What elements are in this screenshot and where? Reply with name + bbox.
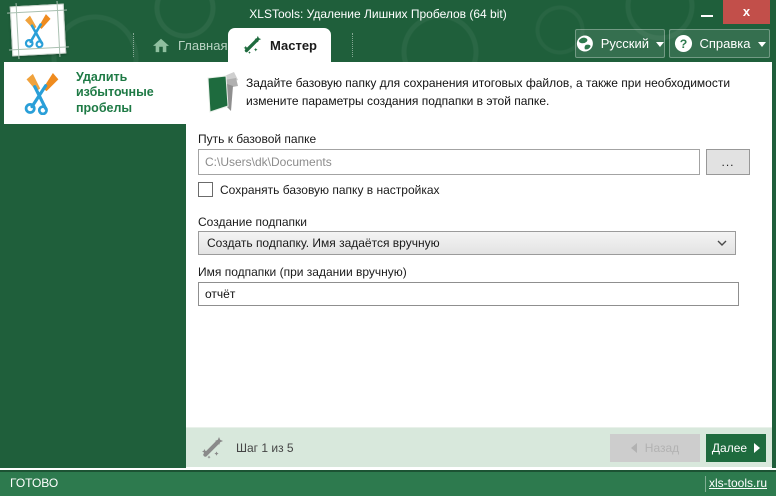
sidebar-header: Удалить избыточные пробелы — [4, 62, 186, 124]
window-border-right — [772, 62, 776, 468]
app-logo — [9, 3, 67, 57]
step-description: Задайте базовую папку для сохранения ито… — [246, 76, 731, 108]
header: XLSTools: Удаление Лишних Пробелов (64 b… — [0, 0, 776, 62]
subfolder-name-label: Имя подпапки (при задании вручную) — [198, 265, 407, 279]
window-title: XLSTools: Удаление Лишних Пробелов (64 b… — [249, 7, 507, 21]
subfolder-mode-value: Создать подпапку. Имя задаётся вручную — [207, 236, 440, 250]
tab-separator — [352, 33, 353, 57]
status-separator — [705, 476, 706, 492]
back-button-label: Назад — [644, 441, 680, 455]
wand-icon — [242, 35, 262, 55]
status-text: ГОТОВО — [10, 476, 59, 490]
wand-icon — [200, 436, 224, 460]
arrow-left-icon — [630, 443, 637, 453]
subfolder-mode-select[interactable]: Создать подпапку. Имя задаётся вручную — [198, 231, 736, 255]
back-button[interactable]: Назад — [610, 434, 700, 462]
subfolder-mode-label: Создание подпапки — [198, 215, 307, 229]
home-icon — [152, 37, 170, 53]
main-content: Задайте базовую папку для сохранения ито… — [186, 62, 772, 427]
minimize-icon — [701, 15, 713, 17]
chevron-down-icon — [656, 41, 664, 47]
book-icon — [200, 69, 240, 115]
language-label: Русский — [600, 36, 649, 51]
help-button[interactable]: Справка — [669, 29, 770, 58]
tab-home[interactable]: Главная — [138, 28, 241, 62]
help-label: Справка — [699, 36, 751, 51]
wizard-footer: Шаг 1 из 5 Назад Далее — [186, 427, 772, 467]
scissors-icon — [21, 12, 55, 49]
next-button[interactable]: Далее — [706, 434, 766, 462]
next-button-label: Далее — [711, 441, 748, 455]
scissors-icon — [22, 71, 62, 115]
base-path-label: Путь к базовой папке — [198, 132, 317, 146]
save-settings-label: Сохранять базовую папку в настройках — [220, 182, 440, 197]
chevron-down-icon — [717, 240, 727, 246]
arrow-right-icon — [754, 443, 761, 453]
website-link[interactable]: xls-tools.ru — [709, 472, 767, 495]
minimize-button[interactable] — [694, 0, 720, 24]
sidebar-panel — [4, 124, 186, 468]
browse-button[interactable]: ... — [706, 149, 750, 175]
save-settings-row[interactable]: Сохранять базовую папку в настройках — [198, 182, 440, 197]
save-settings-checkbox[interactable] — [198, 182, 213, 197]
tab-home-label: Главная — [178, 37, 228, 53]
question-icon — [674, 34, 693, 53]
app-window: XLSTools: Удаление Лишних Пробелов (64 b… — [0, 0, 776, 496]
globe-icon — [576, 34, 594, 53]
status-bar: ГОТОВО xls-tools.ru — [0, 470, 776, 496]
close-button[interactable]: x — [723, 0, 770, 24]
tab-master[interactable]: Мастер — [228, 28, 331, 62]
chevron-down-icon — [757, 41, 766, 47]
tab-separator — [133, 33, 134, 57]
tab-master-label: Мастер — [270, 37, 317, 53]
language-button[interactable]: Русский — [575, 29, 665, 58]
sidebar-title: Удалить избыточные пробелы — [76, 69, 154, 115]
step-indicator: Шаг 1 из 5 — [236, 441, 294, 455]
subfolder-name-input[interactable] — [198, 282, 739, 306]
base-path-input[interactable] — [198, 149, 700, 175]
